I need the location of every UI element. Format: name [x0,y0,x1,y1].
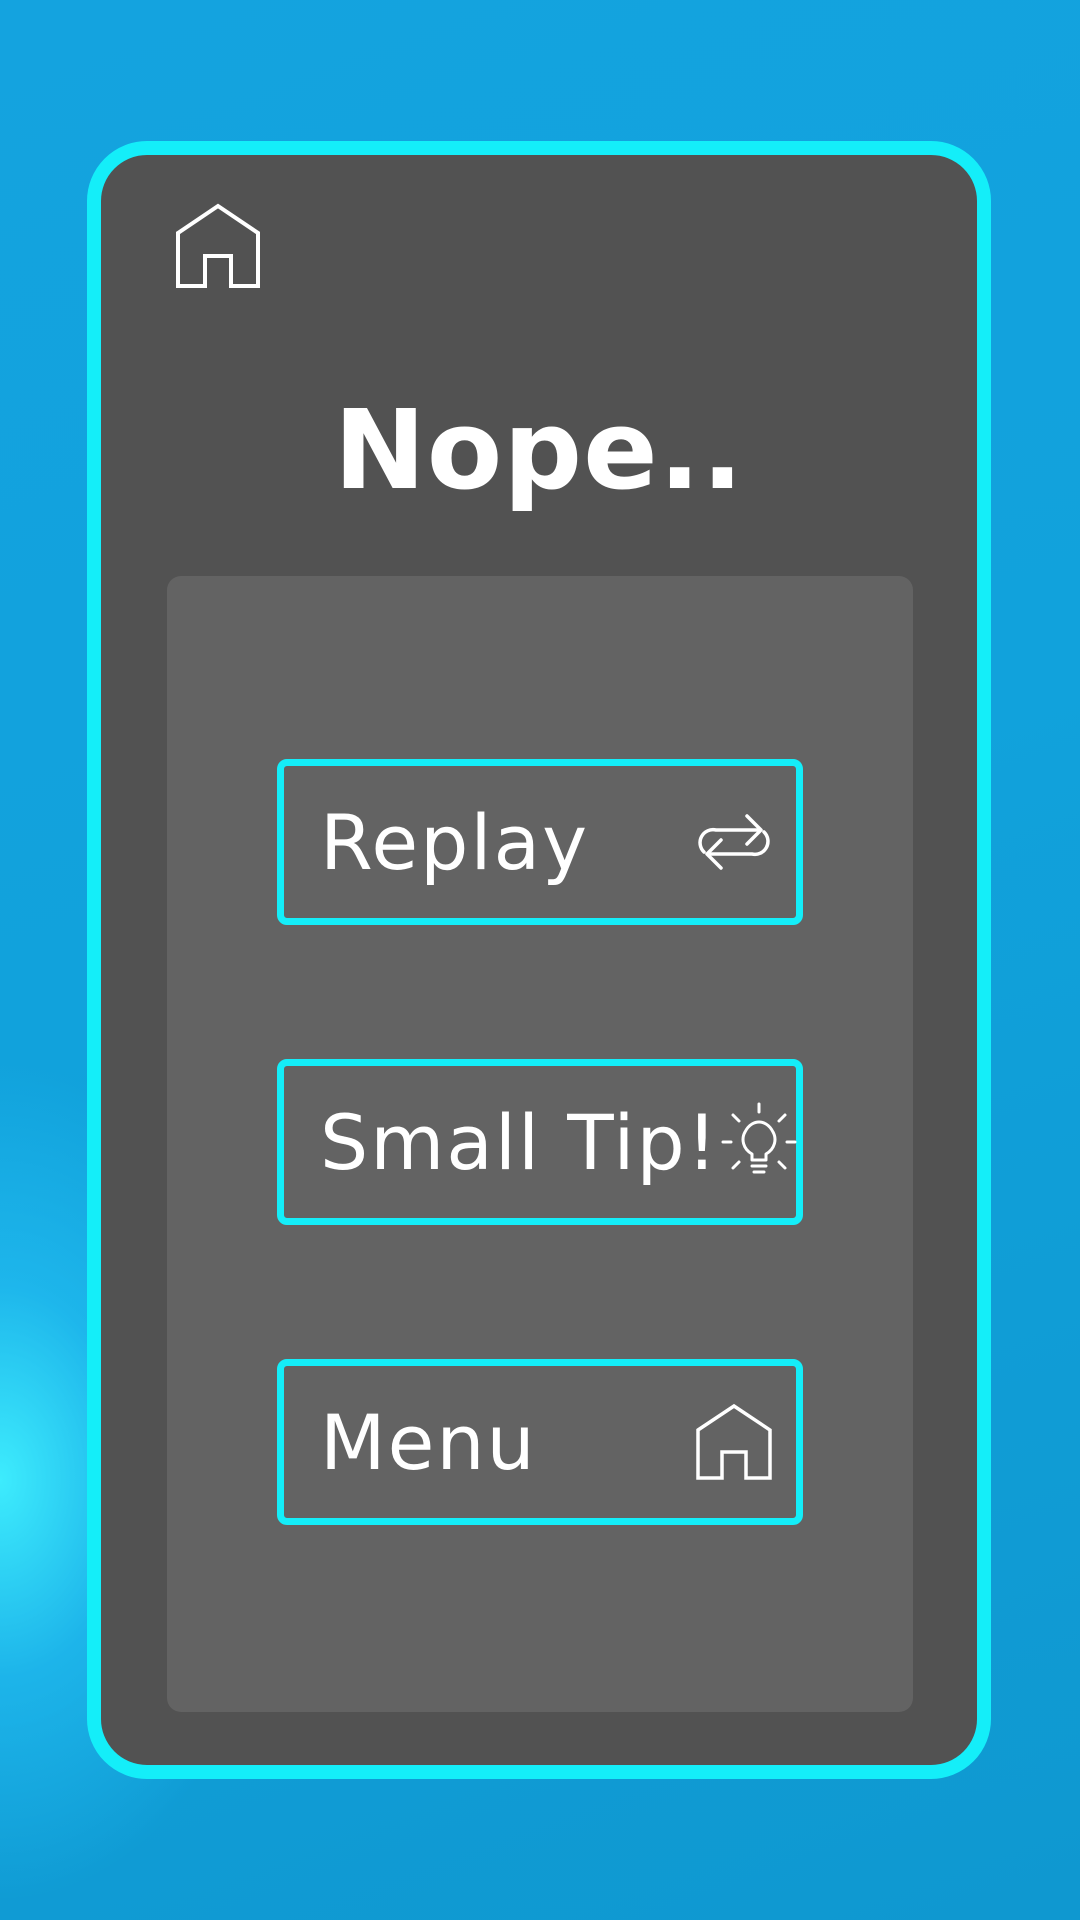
small-tip-button[interactable]: Small Tip! [277,1059,803,1225]
page-title: Nope.. [333,386,745,514]
menu-button[interactable]: Menu [277,1359,803,1525]
options-panel: Replay Small Tip! Menu [167,576,913,1712]
replay-button-label: Replay [320,797,590,887]
replay-icon [694,802,774,882]
replay-button[interactable]: Replay [277,759,803,925]
small-tip-button-label: Small Tip! [320,1097,720,1187]
menu-button-label: Menu [320,1397,537,1487]
lightbulb-icon [719,1102,799,1182]
home-icon[interactable] [175,203,261,289]
home-icon [694,1402,774,1482]
game-over-card: Nope.. Replay Small Tip! Menu [87,141,991,1779]
